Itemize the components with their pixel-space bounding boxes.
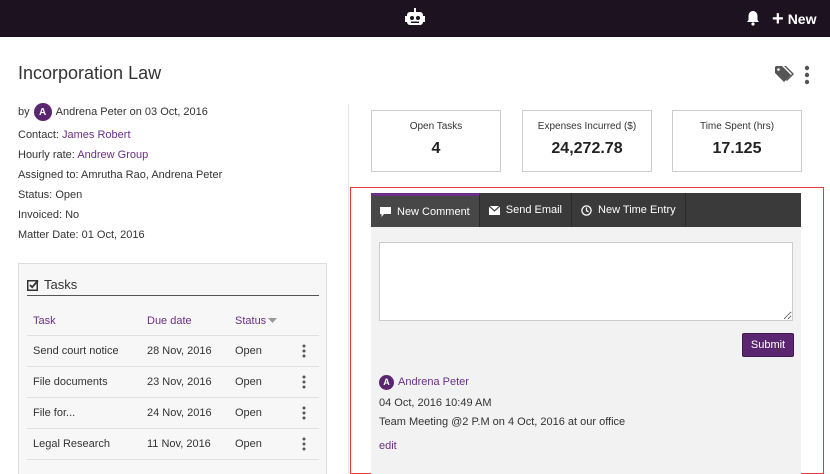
tasks-panel: Tasks Task Due date Status Send court no… — [18, 263, 327, 474]
tasks-table-header: Task Due date Status — [27, 306, 319, 336]
column-task[interactable]: Task — [27, 315, 141, 327]
stat-label: Time Spent (hrs) — [699, 121, 775, 132]
invoiced-label: Invoiced: — [18, 209, 63, 221]
more-options-icon[interactable] — [302, 437, 306, 451]
checkbox-icon — [27, 279, 39, 291]
task-due-date: 11 Nov, 2016 — [147, 438, 211, 450]
column-due-date[interactable]: Due date — [141, 315, 229, 327]
new-button[interactable]: + New — [772, 9, 816, 29]
comment-author: A Andrena Peter — [379, 374, 793, 390]
more-options-icon[interactable] — [302, 344, 306, 358]
more-options-icon[interactable] — [302, 375, 306, 389]
hourly-rate-link[interactable]: Andrew Group — [77, 149, 148, 161]
column-status[interactable]: Status — [229, 315, 289, 327]
table-row[interactable]: Send court notice 28 Nov, 2016 Open — [27, 336, 319, 367]
hourly-rate-row: Hourly rate: Andrew Group — [18, 149, 338, 161]
contact-link[interactable]: James Robert — [62, 129, 130, 141]
status-value: Open — [55, 189, 83, 201]
column-divider — [348, 104, 349, 474]
tab-label: New Time Entry — [598, 204, 676, 216]
robot-icon[interactable] — [405, 8, 425, 28]
table-row[interactable]: File for... 24 Nov, 2016 Open — [27, 398, 319, 429]
hourly-rate-label: Hourly rate: — [18, 149, 75, 161]
tab-new-comment[interactable]: New Comment — [371, 193, 480, 227]
table-row[interactable]: File documents 23 Nov, 2016 Open — [27, 367, 319, 398]
task-due-date: 28 Nov, 2016 — [147, 345, 212, 357]
task-due-date: 23 Nov, 2016 — [147, 376, 212, 388]
created-date: on 03 Oct, 2016 — [129, 106, 208, 118]
activity-tabs: New Comment Send Email New Time Entry — [371, 193, 801, 227]
top-navbar: + New — [0, 0, 830, 37]
author-name: Andrena Peter — [55, 106, 127, 118]
more-options-icon[interactable] — [804, 65, 810, 85]
stat-value: 4 — [431, 140, 441, 157]
contact-label: Contact: — [18, 129, 59, 141]
row-actions — [289, 375, 319, 389]
byline: by A Andrena Peter on 03 Oct, 2016 — [18, 103, 338, 121]
sort-caret-icon — [268, 317, 278, 323]
tasks-table: Task Due date Status Send court notice 28… — [27, 306, 319, 460]
comment-text: Team Meeting @2 P.M on 4 Oct, 2016 at ou… — [379, 416, 626, 428]
comment-entry: A Andrena Peter 04 Oct, 2016 10:49 AM Te… — [379, 374, 793, 452]
status-label: Status: — [18, 189, 53, 201]
row-actions — [289, 437, 319, 451]
task-name: File documents — [33, 376, 108, 388]
task-name: File for... — [33, 407, 76, 419]
by-prefix: by — [18, 106, 30, 118]
tasks-title: Tasks — [44, 277, 78, 292]
tags-icon[interactable] — [775, 65, 797, 83]
column-status-label: Status — [235, 314, 267, 327]
new-button-label: New — [787, 11, 817, 27]
invoiced-row: Invoiced: No — [18, 209, 338, 221]
page-title: Incorporation Law — [18, 63, 162, 83]
matter-date-label: Matter Date: — [18, 229, 79, 241]
task-status: Open — [235, 345, 262, 357]
tab-label: New Comment — [397, 205, 470, 218]
comment-input[interactable] — [379, 242, 793, 321]
stat-open-tasks: Open Tasks 4 — [371, 110, 501, 172]
avatar: A — [379, 374, 394, 390]
tab-new-time-entry[interactable]: New Time Entry — [572, 193, 686, 227]
avatar: A — [33, 103, 52, 121]
row-actions — [289, 344, 319, 358]
invoiced-value: No — [65, 209, 80, 221]
stat-expenses: Expenses Incurred ($) 24,272.78 — [522, 110, 652, 172]
comment-icon — [380, 206, 391, 217]
stat-label: Expenses Incurred ($) — [537, 121, 637, 132]
bell-icon[interactable] — [745, 10, 761, 26]
task-status: Open — [235, 376, 262, 388]
submit-button[interactable]: Submit — [742, 333, 794, 357]
tab-label: Send Email — [505, 204, 563, 216]
stat-value: 24,272.78 — [551, 140, 623, 157]
stat-label: Open Tasks — [409, 121, 463, 132]
task-rows: Send court notice 28 Nov, 2016 Open File do… — [27, 336, 319, 460]
task-status: Open — [235, 407, 262, 419]
contact-row: Contact: James Robert — [18, 129, 338, 141]
tasks-header: Tasks — [27, 274, 319, 296]
task-name: Send court notice — [33, 345, 119, 357]
task-due-date: 24 Nov, 2016 — [147, 407, 212, 419]
matter-date-row: Matter Date: 01 Oct, 2016 — [18, 229, 338, 241]
clock-icon — [581, 204, 592, 216]
task-name: Legal Research — [33, 438, 111, 450]
tab-send-email[interactable]: Send Email — [480, 193, 573, 227]
task-status: Open — [235, 438, 262, 450]
assigned-row: Assigned to: Amrutha Rao, Andrena Peter — [18, 169, 338, 181]
matter-details: by A Andrena Peter on 03 Oct, 2016 Conta… — [18, 103, 338, 241]
stat-time-spent: Time Spent (hrs) 17.125 — [672, 110, 802, 172]
plus-icon: + — [772, 8, 784, 30]
matter-date-value: 01 Oct, 2016 — [81, 229, 145, 241]
edit-comment-link[interactable]: edit — [379, 440, 793, 452]
activity-panel: New Comment Send Email New Time Entry Su… — [371, 193, 801, 474]
table-row[interactable]: Legal Research 11 Nov, 2016 Open — [27, 429, 319, 460]
comment-timestamp: 04 Oct, 2016 10:49 AM — [379, 397, 492, 409]
assigned-label: Assigned to: — [18, 169, 79, 181]
envelope-icon — [488, 205, 500, 215]
status-row: Status: Open — [18, 189, 338, 201]
comment-author-name[interactable]: Andrena Peter — [398, 376, 469, 388]
row-actions — [289, 406, 319, 420]
stat-value: 17.125 — [712, 140, 762, 157]
more-options-icon[interactable] — [302, 406, 306, 420]
assigned-value: Amrutha Rao, Andrena Peter — [81, 169, 223, 181]
